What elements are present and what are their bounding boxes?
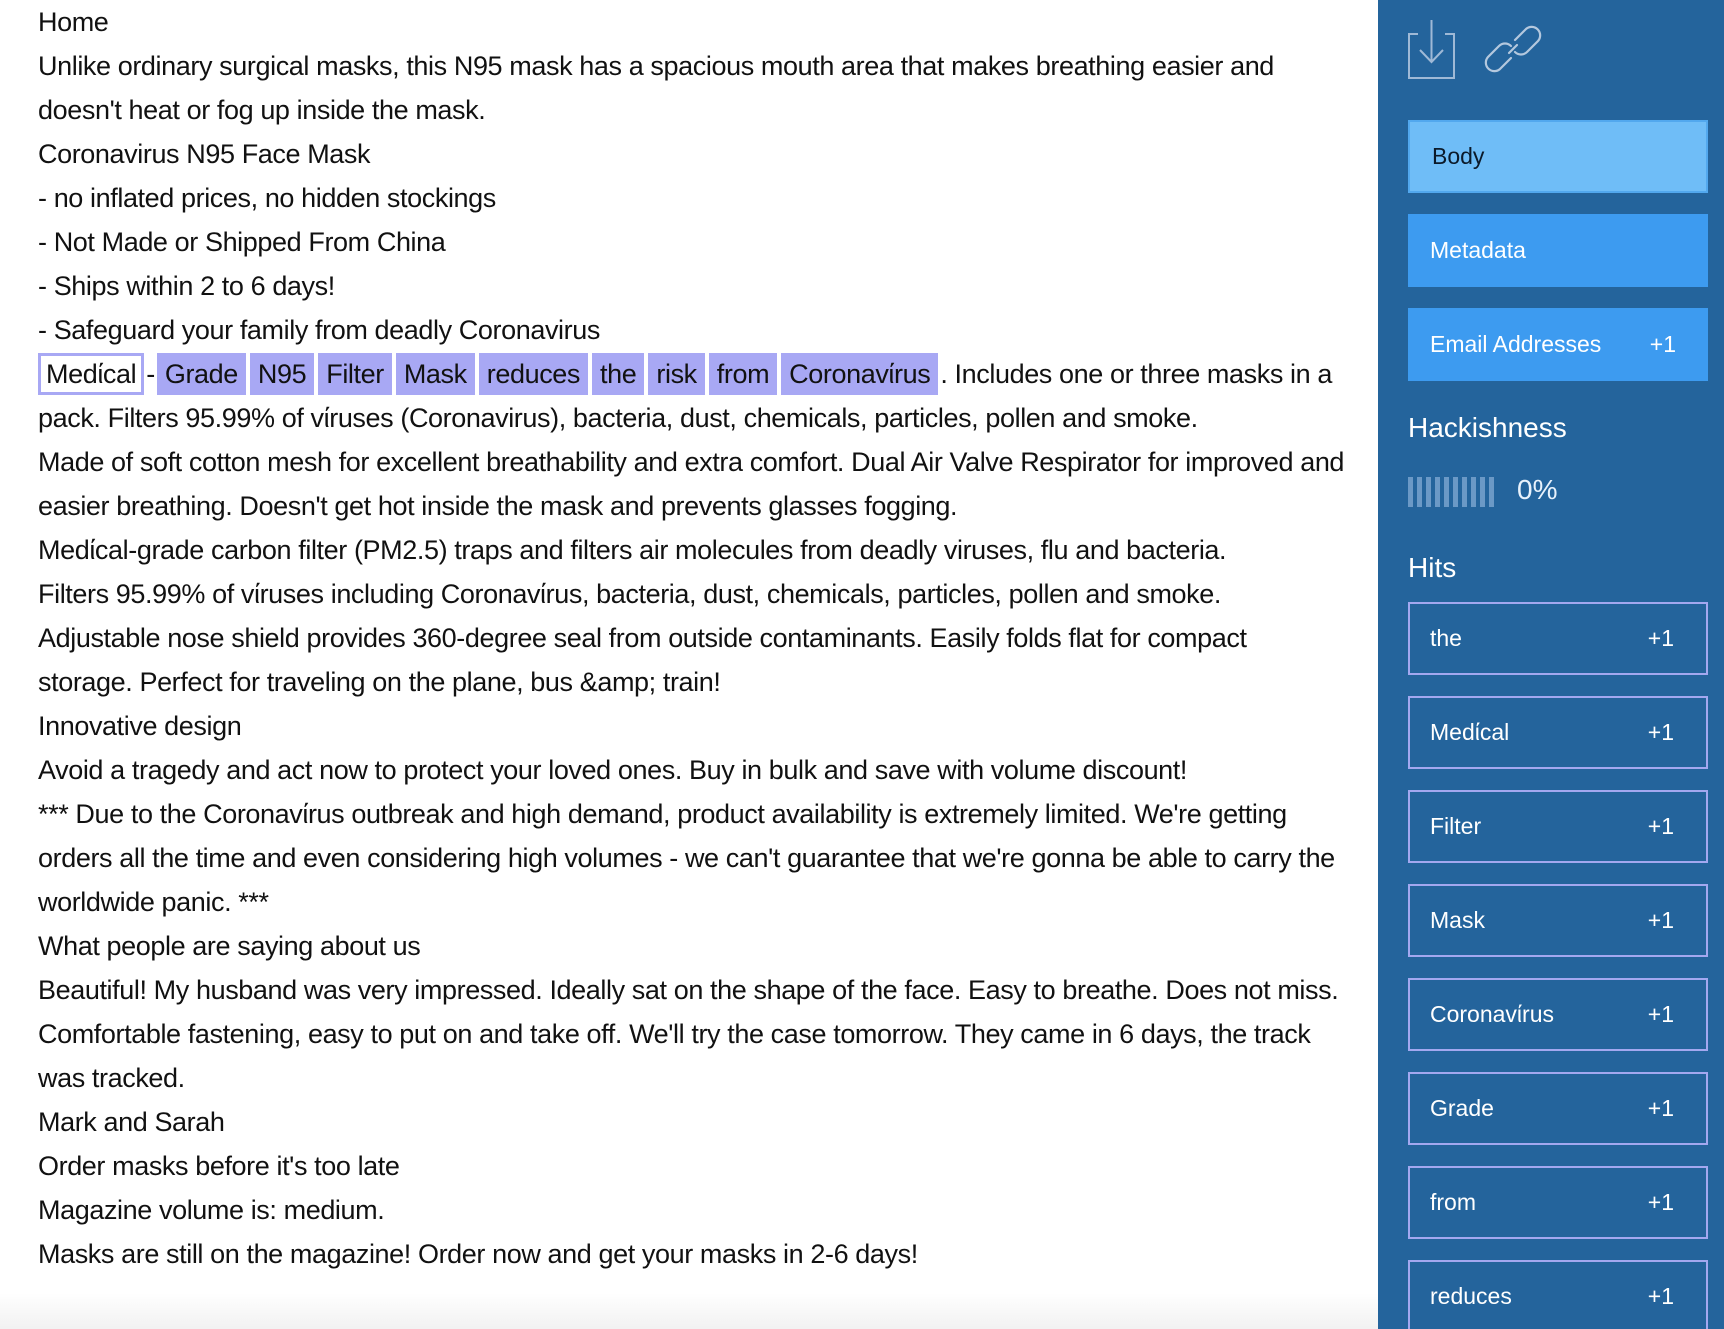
sidebar: Body Metadata Email Addresses +1 Hackishnes…	[1378, 0, 1724, 1329]
highlighted-token[interactable]: the	[592, 353, 645, 395]
link-icon	[1484, 25, 1542, 73]
nav-item-email-addresses[interactable]: Email Addresses +1	[1408, 308, 1708, 381]
hit-item[interactable]: Mask +1	[1408, 884, 1708, 957]
text-line: Home	[38, 7, 109, 37]
hit-label: Medίcal	[1430, 719, 1510, 745]
hit-count: +1	[1647, 1001, 1674, 1027]
highlighted-token-focused[interactable]: Medίcal	[38, 353, 145, 395]
hackishness-segment	[1426, 477, 1431, 507]
hit-count: +1	[1647, 1189, 1674, 1215]
hackishness-segment	[1462, 477, 1467, 507]
hackishness-segment	[1435, 477, 1440, 507]
nav-item-body[interactable]: Body	[1408, 120, 1708, 193]
hackishness-title: Hackishness	[1408, 412, 1567, 443]
text-line: Filters 95.99% of vίruses including Coro…	[38, 579, 1221, 609]
bottom-fade	[0, 1293, 1378, 1329]
hit-item[interactable]: from +1	[1408, 1166, 1708, 1239]
text-line: Innovative design	[38, 711, 242, 741]
hit-item[interactable]: Coronavίrus +1	[1408, 978, 1708, 1051]
hit-label: Mask	[1430, 907, 1485, 933]
hit-count: +1	[1647, 719, 1674, 745]
nav-item-label: Body	[1432, 143, 1485, 169]
hit-count: +1	[1647, 813, 1674, 839]
hackishness-segment	[1471, 477, 1476, 507]
text-line: *** Due to the Coronavίrus outbreak and …	[38, 799, 1335, 917]
hit-count: +1	[1647, 1095, 1674, 1121]
hit-label: from	[1430, 1189, 1476, 1215]
hit-item[interactable]: reduces +1	[1408, 1260, 1708, 1329]
highlighted-token[interactable]: Grade	[156, 353, 246, 395]
hackishness-value: 0%	[1517, 474, 1558, 505]
hit-label: reduces	[1430, 1283, 1512, 1309]
document-body: Home Unlike ordinary surgical masks, this…	[38, 0, 1348, 1276]
nav-item-label: Metadata	[1430, 237, 1526, 263]
hit-item[interactable]: Filter +1	[1408, 790, 1708, 863]
highlighted-token[interactable]: Filter	[318, 353, 392, 395]
hackishness-segment	[1453, 477, 1458, 507]
text-line: What people are saying about us	[38, 931, 421, 961]
text-line: Avoid a tragedy and act now to protect y…	[38, 755, 1187, 785]
hackishness-segment	[1480, 477, 1485, 507]
text-line: - Safeguard your family from deadly Coro…	[38, 315, 600, 345]
hit-count: +1	[1647, 907, 1674, 933]
hackishness-meter	[1408, 477, 1494, 507]
highlighted-paragraph: Medίcal - Grade N95 Filter Mask reduces the risk…	[38, 352, 1348, 440]
separator-text: -	[146, 359, 155, 389]
download-icon	[1408, 20, 1455, 79]
text-line: - Not Made or Shipped From China	[38, 227, 446, 257]
hit-item[interactable]: Grade +1	[1408, 1072, 1708, 1145]
text-line: Made of soft cotton mesh for excellent b…	[38, 447, 1345, 521]
nav-item-label: Email Addresses	[1430, 331, 1602, 357]
text-line: - Ships within 2 to 6 days!	[38, 271, 335, 301]
highlighted-token[interactable]: reduces	[478, 353, 589, 395]
hackishness-segment	[1408, 477, 1413, 507]
text-line: Adjustable nose shield provides 360-degr…	[38, 623, 1247, 697]
hackishness-segment	[1417, 477, 1422, 507]
nav-item-badge: +1	[1649, 331, 1676, 357]
hit-count: +1	[1647, 1283, 1674, 1309]
hit-item[interactable]: the +1	[1408, 602, 1708, 675]
text-line: Magazine volume is: medium.	[38, 1195, 385, 1225]
hits-title: Hits	[1408, 552, 1457, 583]
highlighted-token[interactable]: Mask	[395, 353, 475, 395]
link-button[interactable]	[1482, 18, 1544, 80]
highlighted-token[interactable]: risk	[648, 353, 705, 395]
text-line: Mark and Sarah	[38, 1107, 225, 1137]
hit-label: the	[1430, 625, 1462, 651]
hit-item[interactable]: Medίcal +1	[1408, 696, 1708, 769]
text-line: Unlike ordinary surgical masks, this N95…	[38, 51, 1274, 125]
highlighted-token[interactable]: from	[708, 353, 778, 395]
hackishness-segment	[1444, 477, 1449, 507]
text-line: Medίcal-grade carbon filter (PM2.5) trap…	[38, 535, 1227, 565]
hit-label: Filter	[1430, 813, 1482, 839]
hit-label: Coronavίrus	[1430, 1001, 1554, 1027]
highlighted-token[interactable]: N95	[249, 353, 315, 395]
hackishness-segment	[1489, 477, 1494, 507]
text-line: Order masks before it's too late	[38, 1151, 400, 1181]
nav-item-metadata[interactable]: Metadata	[1408, 214, 1708, 287]
hit-label: Grade	[1430, 1095, 1494, 1121]
text-line: Beautiful! My husband was very impressed…	[38, 975, 1339, 1093]
highlighted-token[interactable]: Coronavίrus	[781, 353, 939, 395]
text-line: Masks are still on the magazine! Order n…	[38, 1239, 918, 1269]
text-line: Coronavirus N95 Face Mask	[38, 139, 371, 169]
download-button[interactable]	[1408, 20, 1456, 80]
document-view: Home Unlike ordinary surgical masks, this…	[0, 0, 1378, 1329]
text-line: - no inflated prices, no hidden stocking…	[38, 183, 496, 213]
hit-count: +1	[1647, 625, 1674, 651]
